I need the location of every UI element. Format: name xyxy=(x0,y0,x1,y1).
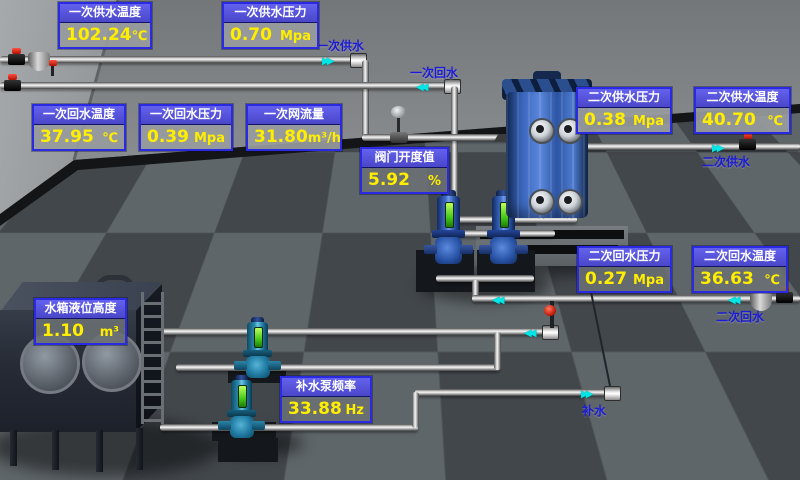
gauge-unit: Mpa xyxy=(280,29,311,44)
pipe-label-secondary-return: 二次回水 xyxy=(716,308,764,325)
gauge-secondary-supply-pressure: 二次供水压力 0.38 Mpa xyxy=(576,87,672,134)
pipe-connector xyxy=(362,60,369,138)
pipe-primary-return xyxy=(0,82,450,89)
pipe-makeup xyxy=(415,389,607,396)
pump-indicator-light xyxy=(254,327,263,348)
flow-arrows-right-icon: ▶▶ xyxy=(581,390,590,399)
gauge-label: 一次回水温度 xyxy=(34,106,124,125)
tank-ladder xyxy=(141,292,164,424)
gauge-primary-supply-temp: 一次供水温度 102.24℃ xyxy=(58,2,152,49)
gauge-pump-frequency: 补水泵频率 33.88 Hz xyxy=(280,376,372,423)
gauge-unit: ℃ xyxy=(102,131,118,146)
gauge-value: 0.70 xyxy=(230,26,272,45)
gauge-value: 5.92 xyxy=(368,171,410,190)
gauge-secondary-return-temp: 二次回水温度 36.63 ℃ xyxy=(692,246,788,293)
hx-port xyxy=(557,189,583,215)
gauge-value: 37.95 xyxy=(40,128,94,147)
pipe-connector xyxy=(436,275,534,282)
pipe-makeup-pump2 xyxy=(160,424,418,431)
valve-secondary-return[interactable] xyxy=(776,292,793,303)
hx-port xyxy=(529,189,555,215)
pipe-connector xyxy=(494,332,501,370)
pipe-label-primary-return: 一次回水 xyxy=(410,64,458,81)
gauge-unit: ℃ xyxy=(767,114,783,129)
gauge-label: 二次供水温度 xyxy=(696,89,789,108)
gauge-label: 二次供水压力 xyxy=(578,89,670,108)
gauge-unit: Mpa xyxy=(633,273,664,288)
gauge-secondary-return-pressure: 二次回水压力 0.27 Mpa xyxy=(577,246,672,293)
flow-arrows-left-icon: ◀◀ xyxy=(524,329,533,338)
control-valve-body[interactable] xyxy=(390,132,408,143)
gauge-unit: m³ xyxy=(100,325,119,340)
tank-leg xyxy=(10,430,17,466)
gauge-label: 补水泵频率 xyxy=(282,378,370,397)
gauge-label: 水箱液位高度 xyxy=(36,300,125,319)
gauge-label: 一次回水压力 xyxy=(141,106,231,125)
gauge-value: 36.63 xyxy=(700,270,754,289)
pipe-secondary-supply xyxy=(578,143,800,150)
pipe-label-makeup: 补水 xyxy=(582,402,606,419)
pipe-flange xyxy=(604,386,621,401)
gauge-label: 二次回水压力 xyxy=(579,248,670,267)
makeup-pump-plinth xyxy=(218,438,278,462)
valve-primary-supply[interactable] xyxy=(8,54,25,65)
gauge-label: 一次供水压力 xyxy=(224,4,317,23)
gauge-unit: Hz xyxy=(346,403,364,418)
valve-handle xyxy=(8,74,17,80)
hmi-heating-station-scene: ▶▶ ◀◀ ▶▶ ◀◀ ◀◀ ◀◀ ▶▶ xyxy=(0,0,800,480)
gauge-unit: m³/h xyxy=(308,131,341,146)
gauge-unit: % xyxy=(428,174,441,189)
gauge-secondary-supply-temp: 二次供水温度 40.70 ℃ xyxy=(694,87,791,134)
gauge-primary-flow: 一次网流量 31.80m³/h xyxy=(246,104,342,151)
control-valve-actuator[interactable] xyxy=(391,106,406,118)
gauge-value: 33.88 xyxy=(288,400,342,419)
gauge-value: 0.38 xyxy=(584,111,626,130)
pipe-connector xyxy=(412,392,419,428)
pump-indicator-light xyxy=(445,202,454,228)
gauge-value: 0.39 xyxy=(147,128,189,147)
pipe-makeup-pump1 xyxy=(176,364,500,371)
gauge-unit: ℃ xyxy=(764,273,780,288)
flow-arrows-left-icon: ◀◀ xyxy=(728,296,737,305)
valve-handle xyxy=(12,48,21,54)
gauge-value: 102.24 xyxy=(66,26,132,45)
gauge-value: 1.10 xyxy=(42,322,84,341)
flow-arrows-left-icon: ◀◀ xyxy=(416,83,425,92)
valve-primary-return[interactable] xyxy=(4,80,21,91)
gauge-primary-return-temp: 一次回水温度 37.95 ℃ xyxy=(32,104,126,151)
tank-leg xyxy=(52,430,59,470)
gauge-unit: Mpa xyxy=(633,114,664,129)
hx-port xyxy=(529,118,555,144)
gauge-tank-level: 水箱液位高度 1.10 m³ xyxy=(34,298,127,345)
valve-secondary-supply[interactable] xyxy=(739,139,756,150)
gauge-label: 一次供水温度 xyxy=(60,4,150,23)
pipe-label-primary-supply: 一次供水 xyxy=(316,37,364,54)
tank-leg xyxy=(136,428,143,470)
gauge-label: 一次网流量 xyxy=(248,106,340,125)
flow-arrows-left-icon: ◀◀ xyxy=(492,296,501,305)
pipe-tank-line xyxy=(148,328,552,335)
instrument-red-cap xyxy=(49,60,57,66)
gauge-value: 0.27 xyxy=(585,270,627,289)
flow-arrows-right-icon: ▶▶ xyxy=(322,57,331,66)
gauge-primary-supply-pressure: 一次供水压力 0.70 Mpa xyxy=(222,2,319,49)
gauge-valve-opening: 阀门开度值 5.92% xyxy=(360,147,449,194)
pump-indicator-light xyxy=(238,385,247,408)
gauge-label: 二次回水温度 xyxy=(694,248,786,267)
gauge-value: 31.80 xyxy=(254,128,308,147)
gauge-primary-return-pressure: 一次回水压力 0.39 Mpa xyxy=(139,104,233,151)
pipe-label-secondary-supply: 二次供水 xyxy=(702,153,750,170)
gauge-unit: ℃ xyxy=(132,29,148,44)
tank-leg xyxy=(96,430,103,472)
gauge-label: 阀门开度值 xyxy=(362,149,447,168)
gauge-unit: Mpa xyxy=(194,131,225,146)
gauge-value: 40.70 xyxy=(702,111,756,130)
valve-makeup-connection[interactable] xyxy=(544,305,556,316)
flow-arrows-right-icon: ▶▶ xyxy=(712,144,721,153)
